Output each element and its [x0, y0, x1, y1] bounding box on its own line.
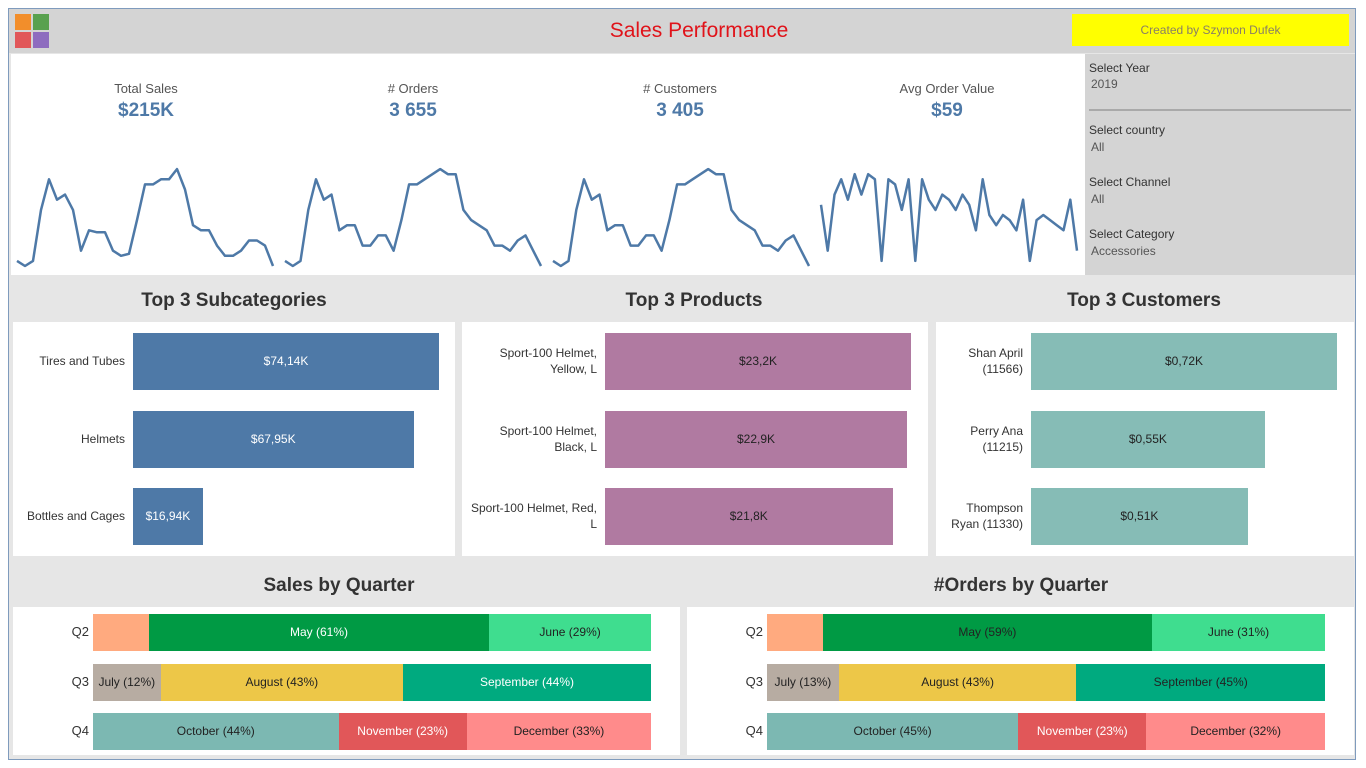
customer-category-label: Shan April (11566) — [968, 346, 1023, 376]
filter-category-value[interactable]: Accessories — [1091, 244, 1156, 258]
customer-bar-value-label: $0,55K — [1128, 432, 1167, 446]
customer-bar-value-label: $0,51K — [1120, 509, 1159, 523]
orders-quarter-segment-label: July (13%) — [774, 675, 832, 689]
sales-quarter-segment-label: July (12%) — [98, 675, 156, 689]
tableau-logo-icon — [15, 14, 49, 48]
filter-channel-label: Select Channel — [1089, 175, 1171, 189]
kpi-orders-value: 3 655 — [389, 100, 437, 121]
kpi-total-sales-value: $215K — [118, 100, 174, 121]
subcategory-category-label: Tires and Tubes — [39, 354, 125, 368]
sales-by-quarter-chart: Q2 May (61%) June (29%) Q3 July (12%) August … — [13, 607, 680, 755]
kpi-customers-label: # Customers — [643, 81, 717, 96]
sales-quarter-segment-april[interactable] — [93, 614, 149, 651]
kpi-aov-value: $59 — [931, 100, 963, 121]
subcategory-bar-value-label: $74,14K — [263, 354, 309, 368]
products-chart: Sport-100 Helmet, Yellow, L $23,2K Sport-1… — [462, 322, 928, 556]
filter-country-value[interactable]: All — [1091, 140, 1104, 154]
orders-quarter-segment-label: May (59%) — [958, 625, 1017, 639]
kpi-total-sales-label: Total Sales — [114, 81, 178, 96]
orders-quarter-segment-label: December (32%) — [1190, 724, 1282, 738]
sales-quarter-segment-label: November (23%) — [357, 724, 448, 738]
orders-quarter-quarter-label: Q3 — [745, 674, 763, 689]
subcategories-title: Top 3 Subcategories — [141, 290, 327, 311]
sales-sparkline — [16, 167, 275, 268]
product-category-label: Sport-100 Helmet, Black, L — [499, 424, 597, 454]
product-category-label: Sport-100 Helmet, Red, L — [470, 501, 597, 531]
sales-quarter-segment-label: October (44%) — [176, 724, 255, 738]
filter-category-label: Select Category — [1089, 227, 1175, 241]
product-bar-value-label: $23,2K — [738, 354, 778, 368]
product-bar-value-label: $21,8K — [729, 509, 768, 523]
orders-sparkline — [284, 167, 543, 268]
sales-quarter-segment-label: May (61%) — [289, 625, 348, 639]
kpi-customers-value: 3 405 — [656, 100, 704, 121]
sales-quarter-quarter-label: Q2 — [71, 624, 89, 639]
runner-icon — [15, 32, 31, 48]
subcategory-bar-value-label: $67,95K — [250, 432, 296, 446]
dashboard: Sales Performance Created by Szymon Dufe… — [8, 8, 1356, 760]
filter-year-value[interactable]: 2019 — [1091, 77, 1118, 91]
filter-channel-value[interactable]: All — [1091, 192, 1104, 206]
subcategory-category-label: Bottles and Cages — [26, 509, 125, 523]
mountain-icon — [33, 14, 49, 30]
customer-category-label: Perry Ana (11215) — [970, 424, 1023, 454]
sparklines — [16, 167, 1079, 268]
orders-quarter-quarter-label: Q2 — [745, 624, 763, 639]
sales-quarter-segment-label: June (29%) — [539, 625, 601, 639]
subcategory-bar-value-label: $16,94K — [145, 509, 191, 523]
wave-icon — [33, 32, 49, 48]
orders-by-quarter-chart: Q2 May (59%) June (31%) Q3 July (13%) August … — [687, 607, 1354, 755]
sales-quarter-quarter-label: Q3 — [71, 674, 89, 689]
products-title: Top 3 Products — [625, 290, 763, 311]
sales-quarter-segment-label: August (43%) — [245, 675, 319, 689]
filter-divider — [1089, 109, 1351, 111]
orders-quarter-title: #Orders by Quarter — [933, 575, 1109, 596]
orders-quarter-segment-label: September (45%) — [1153, 675, 1248, 689]
orders-quarter-quarter-label: Q4 — [745, 723, 763, 738]
orders-quarter-segment-label: June (31%) — [1207, 625, 1270, 639]
filter-country-label: Select country — [1089, 123, 1166, 137]
sales-quarter-segment-label: September (44%) — [479, 675, 575, 689]
orders-quarter-segment-label: October (45%) — [853, 724, 932, 738]
kpi-aov-label: Avg Order Value — [899, 81, 995, 96]
page-title: Sales Performance — [609, 19, 789, 42]
filter-year-label: Select Year — [1089, 61, 1150, 75]
sun-icon — [15, 14, 31, 30]
filter-panel: Select Year 2019 Select country All Sele… — [1085, 54, 1355, 275]
header-bar: Sales Performance Created by Szymon Dufe… — [9, 9, 1355, 53]
kpi-orders-label: # Orders — [387, 81, 439, 96]
subcategory-category-label: Helmets — [80, 432, 125, 446]
customer-bar-value-label: $0,72K — [1164, 354, 1204, 368]
kpi-panel: Total Sales $215K # Orders 3 655 # Custo… — [11, 54, 1085, 275]
subcategories-chart: Tires and Tubes $74,14K Helmets $67,95K Bott… — [13, 322, 455, 556]
sales-quarter-segment-label: December (33%) — [513, 724, 605, 738]
sales-quarter-quarter-label: Q4 — [71, 723, 89, 738]
aov-sparkline — [819, 172, 1079, 263]
product-category-label: Sport-100 Helmet, Yellow, L — [499, 346, 597, 376]
orders-quarter-segment-april[interactable] — [767, 614, 823, 651]
orders-quarter-segment-label: August (43%) — [921, 675, 994, 689]
customers-chart: Shan April (11566) $0,72K Perry Ana (11215… — [936, 322, 1354, 556]
customers-sparkline — [552, 167, 811, 268]
credit-badge: Created by Szymon Dufek — [1072, 14, 1349, 46]
product-bar-value-label: $22,9K — [736, 432, 776, 446]
orders-quarter-segment-label: November (23%) — [1036, 724, 1128, 738]
customer-category-label: Thompson Ryan (11330) — [951, 501, 1023, 531]
customers-title: Top 3 Customers — [1067, 290, 1221, 311]
sales-quarter-title: Sales by Quarter — [263, 575, 415, 596]
